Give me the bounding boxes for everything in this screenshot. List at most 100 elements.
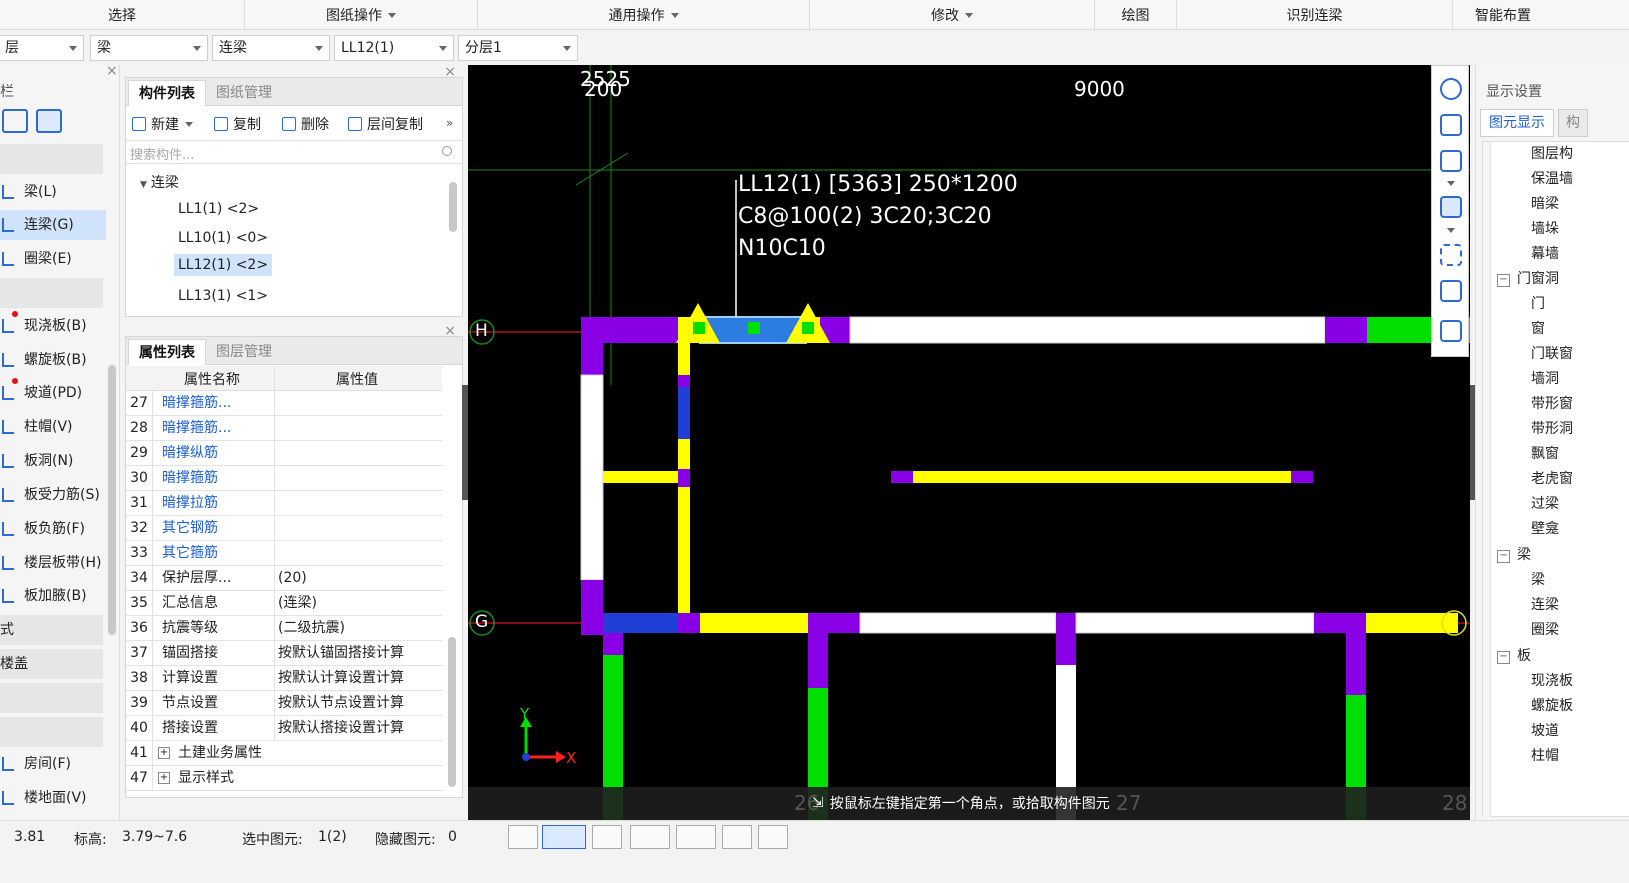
property-value[interactable]: 按默认计算设置计算 — [278, 666, 442, 691]
tab-component[interactable]: 构 — [1558, 109, 1588, 137]
fullscreen-icon[interactable] — [1440, 244, 1462, 266]
more-icon[interactable]: » — [446, 116, 453, 130]
wall-segment[interactable] — [1056, 613, 1076, 633]
nav-item-room[interactable]: 房间(F) — [0, 749, 106, 779]
display-item[interactable]: 圈梁 — [1531, 618, 1559, 643]
table-row[interactable]: 47 + 显示样式 — [126, 766, 442, 791]
ribbon-group-draw[interactable]: 绘图 — [1095, 0, 1177, 30]
search-input[interactable]: 搜索构件... — [126, 140, 462, 164]
property-value[interactable]: 按默认搭接设置计算 — [278, 716, 442, 741]
grip-point[interactable] — [748, 322, 760, 334]
tree-item[interactable]: LL1(1) <2> — [178, 201, 259, 217]
display-item[interactable]: 保温墙 — [1531, 167, 1573, 192]
nav-item-floor-surface[interactable]: 楼地面(V) — [0, 783, 106, 813]
snap-select-icon[interactable] — [542, 825, 586, 849]
tab-drawing-manager[interactable]: 图纸管理 — [206, 80, 282, 106]
grip-point[interactable] — [802, 322, 814, 334]
table-row[interactable]: 39 节点设置 按默认节点设置计算 — [126, 691, 442, 716]
cube-view-icon[interactable] — [1440, 150, 1462, 172]
display-item[interactable]: 螺旋板 — [1531, 694, 1573, 719]
display-settings-icon[interactable] — [1440, 320, 1462, 342]
ortho-toggle-icon[interactable] — [508, 825, 538, 849]
nav-item-column-cap[interactable]: 柱帽(V) — [0, 412, 106, 442]
table-row[interactable]: 38 计算设置 按默认计算设置计算 — [126, 666, 442, 691]
ribbon-group-smart[interactable]: 智能布置 — [1453, 0, 1553, 30]
tab-property-list[interactable]: 属性列表 — [128, 339, 206, 365]
display-item[interactable]: 连梁 — [1531, 593, 1559, 618]
nav-item-ramp[interactable]: 坡道(PD) — [0, 378, 106, 408]
nav-item-spiral-slab[interactable]: 螺旋板(B) — [0, 345, 106, 375]
display-item[interactable]: 飘窗 — [1531, 442, 1559, 467]
wall-segment[interactable] — [678, 375, 690, 387]
chevron-down-icon[interactable] — [1447, 228, 1455, 233]
tree-item[interactable]: LL10(1) <0> — [178, 230, 268, 246]
cross-snap-icon[interactable] — [592, 825, 622, 849]
object-view-icon[interactable] — [1440, 280, 1462, 302]
wall-segment[interactable] — [678, 613, 700, 633]
property-value[interactable]: (二级抗震) — [278, 616, 442, 641]
table-row[interactable]: 33 其它箍筋 — [126, 541, 442, 566]
ribbon-group-select[interactable]: 选择 — [0, 0, 245, 30]
detail-view-icon[interactable] — [36, 109, 62, 133]
nav-item-coupling-beam[interactable]: 连梁(G) — [0, 210, 106, 240]
display-item[interactable]: 墙垛 — [1531, 217, 1559, 242]
nav-item-slab-rebar[interactable]: 板受力筋(S) — [0, 480, 106, 510]
display-item[interactable]: 现浇板 — [1531, 669, 1573, 694]
wall-segment[interactable] — [808, 633, 828, 688]
display-item[interactable]: 带形窗 — [1531, 392, 1573, 417]
tree-root[interactable]: ▼ 连梁 — [140, 172, 179, 192]
collapse-icon[interactable]: − — [1497, 651, 1510, 664]
left-splitter[interactable] — [462, 385, 468, 500]
subtype-select[interactable]: 连梁 — [212, 35, 330, 61]
wall-segment[interactable] — [1075, 612, 1315, 634]
table-row[interactable]: 29 暗撑纵筋 — [126, 441, 442, 466]
angle-snap-icon[interactable] — [630, 825, 670, 849]
tab-element-display[interactable]: 图元显示 — [1480, 109, 1554, 137]
tree-scrollbar[interactable] — [449, 182, 457, 232]
wall-segment[interactable] — [891, 471, 913, 483]
nav-item-ring-beam[interactable]: 圈梁(E) — [0, 244, 106, 274]
nav-item-slab-haunch[interactable]: 板加腋(B) — [0, 581, 106, 611]
table-row[interactable]: 34 保护层厚... (20) — [126, 566, 442, 591]
display-item[interactable]: 过梁 — [1531, 492, 1559, 517]
property-value[interactable]: 按默认锚固搭接计算 — [278, 641, 442, 666]
grip-point[interactable] — [693, 322, 705, 334]
nav-section-floor[interactable]: 楼盖 — [0, 649, 103, 679]
offset-snap-icon[interactable] — [676, 825, 716, 849]
display-item[interactable]: 门联窗 — [1531, 342, 1573, 367]
wall-segment[interactable] — [581, 610, 603, 634]
wall-segment[interactable] — [808, 613, 860, 633]
component-select[interactable]: LL12(1) — [334, 35, 454, 61]
property-value[interactable]: 按默认节点设置计算 — [278, 691, 442, 716]
property-value[interactable]: (连梁) — [278, 591, 442, 616]
nav-item-slab-hole[interactable]: 板洞(N) — [0, 446, 106, 476]
table-row[interactable]: 32 其它钢筋 — [126, 516, 442, 541]
wall-segment[interactable] — [859, 612, 1057, 634]
display-item[interactable]: 坡道 — [1531, 719, 1559, 744]
display-item[interactable]: 墙洞 — [1531, 367, 1559, 392]
floor-copy-button[interactable]: 层间复制 — [348, 114, 423, 134]
tab-layer-manager[interactable]: 图层管理 — [206, 339, 282, 365]
display-item[interactable]: 暗梁 — [1531, 192, 1559, 217]
expand-plus-icon[interactable]: + — [158, 747, 170, 759]
table-row[interactable]: 28 暗撑箍筋... — [126, 416, 442, 441]
property-scrollbar[interactable] — [448, 637, 456, 787]
ribbon-group-modify[interactable]: 修改 — [810, 0, 1095, 30]
close-icon[interactable]: × — [106, 63, 118, 79]
ribbon-group-drawing-ops[interactable]: 图纸操作 — [245, 0, 478, 30]
display-item[interactable]: 老虎窗 — [1531, 467, 1573, 492]
chevron-down-icon[interactable] — [1447, 181, 1455, 186]
nav-section-style[interactable]: 式 — [0, 615, 103, 645]
layer-select[interactable]: 分层1 — [458, 35, 578, 61]
table-row[interactable]: 41 + 土建业务属性 — [126, 741, 442, 766]
table-row[interactable]: 36 抗震等级 (二级抗震) — [126, 616, 442, 641]
display-item[interactable]: 幕墙 — [1531, 242, 1559, 267]
nav-item-beam[interactable]: 梁(L) — [0, 177, 106, 207]
wall-segment[interactable] — [1325, 317, 1367, 343]
table-row[interactable]: 27 暗撑箍筋... — [126, 391, 442, 416]
table-row[interactable]: 30 暗撑箍筋 — [126, 466, 442, 491]
wall-segment[interactable] — [1056, 633, 1076, 665]
display-item[interactable]: 窗 — [1531, 317, 1545, 342]
floor-select[interactable]: 层 — [0, 35, 84, 61]
expand-plus-icon[interactable]: + — [158, 772, 170, 784]
